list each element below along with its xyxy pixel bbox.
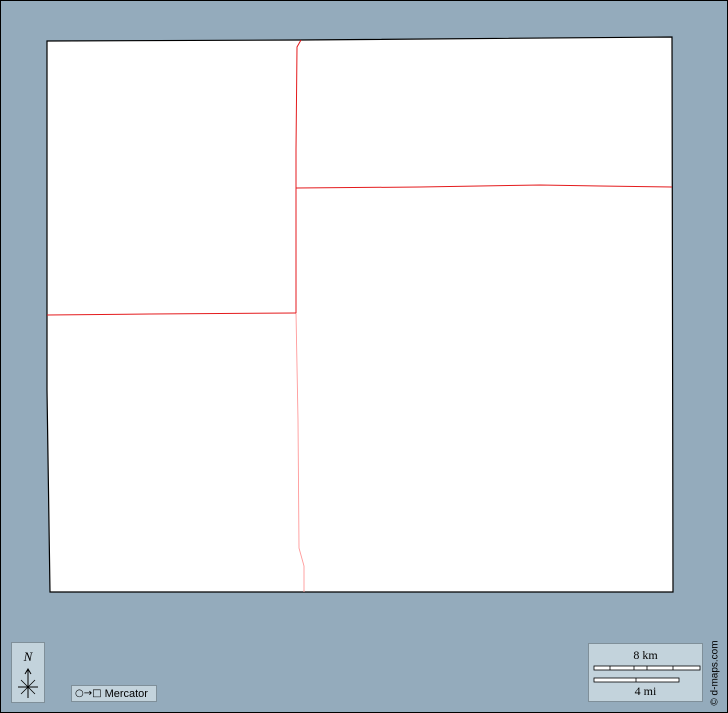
projection-symbol-icon: ○→□ — [75, 688, 102, 699]
credit[interactable]: © d-maps.com — [705, 640, 725, 706]
scale-mi-label: 4 mi — [634, 684, 657, 698]
map-canvas — [46, 36, 674, 593]
projection-name: Mercator — [104, 687, 148, 700]
projection-label: ○→□ Mercator — [71, 685, 157, 702]
scale-bar: 8 km 4 mi — [588, 643, 703, 702]
north-arrow-icon — [18, 668, 38, 698]
credit-text[interactable]: © d-maps.com — [710, 640, 721, 705]
compass-rose: N — [11, 642, 45, 703]
